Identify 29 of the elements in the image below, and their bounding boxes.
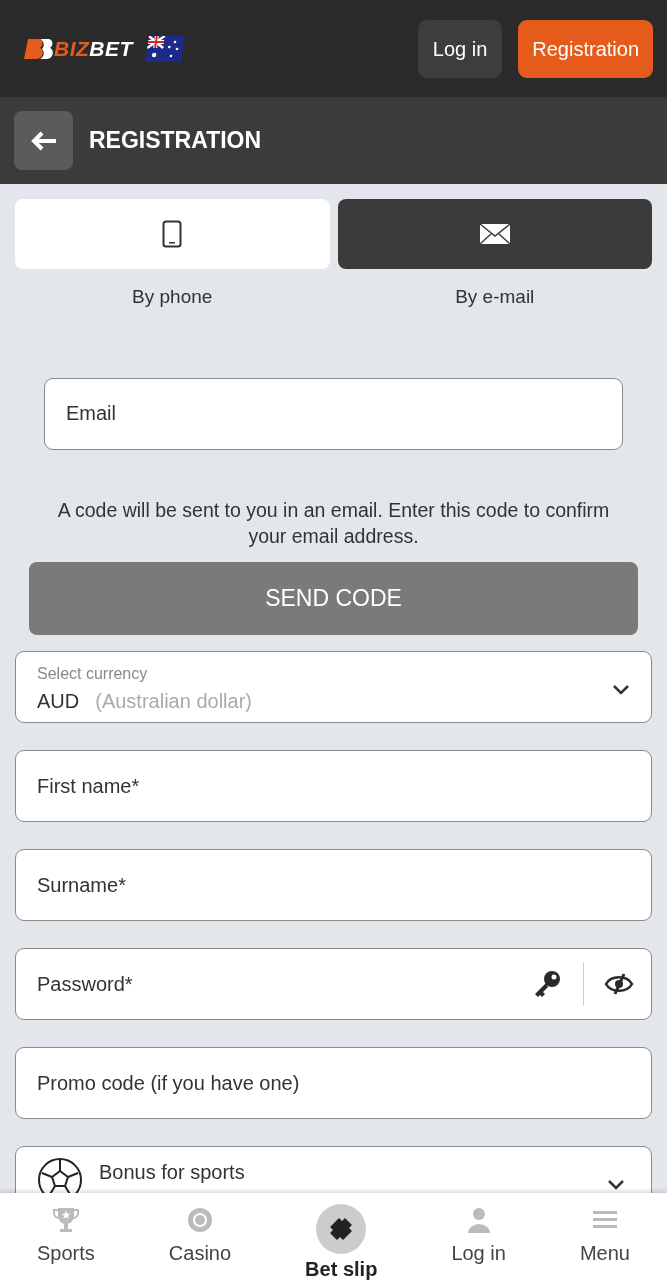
field-label: Select currency (37, 664, 149, 685)
email-field[interactable]: Email (44, 377, 623, 450)
method-label: By e-mail (455, 285, 535, 309)
trophy-icon (51, 1205, 80, 1234)
logo-text: BIZBET (54, 35, 133, 62)
password-field[interactable]: Password* (15, 948, 652, 1021)
phone-icon (162, 220, 183, 248)
chevron-down-icon (612, 683, 630, 695)
currency-code: AUD (37, 689, 80, 715)
back-button[interactable] (14, 111, 73, 170)
envelope-icon (478, 223, 511, 245)
casino-chip-icon (185, 1205, 214, 1234)
text-field[interactable]: First name* (15, 750, 652, 823)
logo-mark-icon (24, 36, 54, 61)
method-tab[interactable] (337, 199, 652, 269)
page-title: REGISTRATION (89, 126, 262, 156)
chevron-down-icon (607, 1179, 625, 1191)
login-button[interactable]: Log in (417, 19, 503, 78)
text-field[interactable]: Surname* (15, 849, 652, 922)
currency-name: (Australian dollar) (95, 689, 252, 715)
method-label: By phone (132, 285, 213, 309)
bonus-title: Bonus for sports (99, 1160, 246, 1186)
registration-button[interactable]: Registration (518, 19, 653, 78)
currency-select[interactable]: Select currency AUD (Australian dollar) (15, 651, 652, 724)
hint-text: A code will be sent to you in an email. Enter this code to confirm your email address. (56, 497, 611, 549)
back-arrow-icon (29, 129, 58, 152)
flag-icon (145, 35, 185, 62)
eye-slash-icon (604, 972, 634, 997)
text-field[interactable]: Promo code (if you have one) (15, 1047, 652, 1120)
